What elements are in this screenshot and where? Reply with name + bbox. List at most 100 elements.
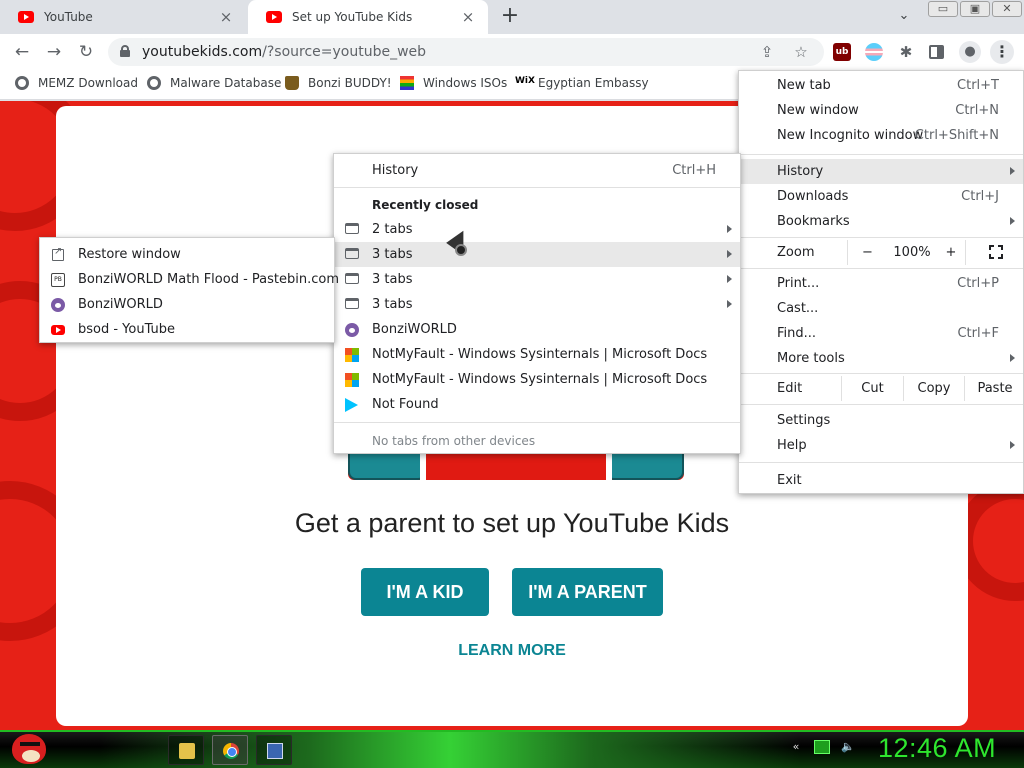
menu-item-new-window[interactable]: New window Ctrl+N bbox=[739, 98, 1023, 123]
new-tab-button[interactable]: + bbox=[497, 4, 523, 30]
menu-item-help[interactable]: Help bbox=[739, 433, 1023, 458]
back-button[interactable]: ← bbox=[10, 40, 34, 64]
illustration bbox=[348, 450, 684, 480]
bookmark-label: Windows ISOs bbox=[423, 76, 508, 90]
closed-tab-item[interactable]: PB BonziWORLD Math Flood - Pastebin.com bbox=[40, 267, 339, 292]
tray-chevron-icon[interactable]: « bbox=[788, 740, 804, 754]
recently-closed-item[interactable]: Not Found bbox=[334, 392, 740, 417]
menu-item-history[interactable]: History bbox=[739, 159, 1023, 184]
submenu-arrow-icon bbox=[727, 225, 732, 233]
folder-icon bbox=[179, 743, 195, 759]
bookmark-label: MEMZ Download bbox=[38, 76, 138, 90]
submenu-arrow-icon bbox=[1010, 354, 1015, 362]
forward-button[interactable]: → bbox=[42, 40, 66, 64]
taskbar-clock[interactable]: 12:46 AM bbox=[878, 733, 996, 764]
taskbar-chrome[interactable] bbox=[212, 735, 248, 765]
menu-item-zoom: Zoom − 100% + bbox=[739, 240, 1023, 265]
tab-title: YouTube bbox=[44, 10, 93, 24]
youtube-icon bbox=[266, 11, 282, 23]
minimize-button[interactable]: ▭ bbox=[928, 1, 958, 17]
bookmark-bonzi-buddy[interactable]: Bonzi BUDDY! bbox=[285, 76, 392, 90]
learn-more-link[interactable]: LEARN MORE bbox=[56, 642, 968, 660]
recently-closed-item[interactable]: NotMyFault - Windows Sysinternals | Micr… bbox=[334, 342, 740, 367]
tab-icon bbox=[345, 298, 359, 309]
im-a-parent-button[interactable]: I'M A PARENT bbox=[512, 568, 663, 616]
menu-item-print[interactable]: Print... Ctrl+P bbox=[739, 271, 1023, 296]
close-window-button[interactable]: ✕ bbox=[992, 1, 1022, 17]
lock-icon[interactable] bbox=[120, 45, 130, 57]
bookmark-malware-database[interactable]: Malware Database bbox=[147, 76, 281, 90]
recently-closed-item[interactable]: 3 tabs bbox=[334, 292, 740, 317]
reload-button[interactable]: ↻ bbox=[74, 40, 98, 64]
bookmark-egyptian-embassy[interactable]: WiX Egyptian Embassy bbox=[515, 76, 649, 90]
recently-closed-item[interactable]: BonziWORLD bbox=[334, 317, 740, 342]
globe-icon bbox=[15, 76, 29, 90]
menu-separator bbox=[739, 268, 1023, 269]
tab-icon bbox=[345, 248, 359, 259]
start-button[interactable] bbox=[8, 726, 48, 768]
side-panel-icon[interactable] bbox=[929, 45, 944, 59]
history-submenu: History Ctrl+H Recently closed 2 tabs 3 … bbox=[333, 153, 741, 454]
wix-icon: WiX bbox=[515, 76, 535, 86]
chrome-menu-button[interactable]: ⋮ bbox=[990, 40, 1014, 64]
youtube-icon bbox=[18, 11, 34, 23]
menu-item-downloads[interactable]: Downloads Ctrl+J bbox=[739, 184, 1023, 209]
taskbar-glow bbox=[100, 732, 800, 768]
microsoft-icon bbox=[345, 372, 359, 387]
star-icon[interactable]: ☆ bbox=[792, 43, 810, 61]
profile-avatar-icon[interactable]: ● bbox=[959, 41, 981, 63]
taskbar-explorer[interactable] bbox=[168, 735, 204, 765]
submenu-arrow-icon bbox=[727, 300, 732, 308]
recently-closed-item[interactable]: NotMyFault - Windows Sysinternals | Micr… bbox=[334, 367, 740, 392]
menu-separator bbox=[739, 404, 1023, 405]
zoom-out-button[interactable]: − bbox=[847, 240, 887, 265]
menu-item-cast[interactable]: Cast... bbox=[739, 296, 1023, 321]
recently-closed-item[interactable]: 3 tabs bbox=[334, 267, 740, 292]
toolbar: ← → ↻ youtubekids.com/?source=youtube_we… bbox=[0, 34, 1024, 70]
tab-search-icon[interactable]: ⌄ bbox=[894, 8, 914, 23]
paste-button[interactable]: Paste bbox=[964, 376, 1024, 401]
play-store-icon bbox=[345, 397, 358, 412]
tab-youtube[interactable]: YouTube × bbox=[0, 0, 246, 34]
closed-tab-item[interactable]: BonziWORLD bbox=[40, 292, 334, 317]
recently-closed-item[interactable]: 3 tabs bbox=[334, 242, 740, 267]
menu-item-find[interactable]: Find... Ctrl+F bbox=[739, 321, 1023, 346]
zoom-in-button[interactable]: + bbox=[937, 240, 965, 265]
tab-title: Set up YouTube Kids bbox=[292, 10, 413, 24]
maximize-button[interactable]: ▣ bbox=[960, 1, 990, 17]
history-item-full-history[interactable]: History Ctrl+H bbox=[334, 158, 740, 183]
tab-close-icon[interactable]: × bbox=[218, 8, 234, 26]
url-text[interactable]: youtubekids.com/?source=youtube_web bbox=[142, 44, 426, 60]
fullscreen-button[interactable] bbox=[965, 240, 1024, 265]
menu-separator bbox=[334, 422, 740, 423]
cut-button[interactable]: Cut bbox=[841, 376, 903, 401]
bookmark-label: Bonzi BUDDY! bbox=[308, 76, 392, 90]
pastebin-icon: PB bbox=[51, 272, 65, 287]
volume-icon[interactable]: 🔈 bbox=[840, 740, 856, 754]
address-bar[interactable]: youtubekids.com/?source=youtube_web ⇪ ☆ bbox=[108, 38, 824, 66]
fullscreen-icon bbox=[989, 245, 1003, 259]
tab-close-icon[interactable]: × bbox=[460, 8, 476, 26]
extension-flag-icon[interactable] bbox=[865, 43, 883, 61]
menu-item-new-tab[interactable]: New tab Ctrl+T bbox=[739, 73, 1023, 98]
restore-window-item[interactable]: Restore window bbox=[40, 242, 334, 267]
bookmark-memz[interactable]: MEMZ Download bbox=[15, 76, 138, 90]
menu-item-exit[interactable]: Exit bbox=[739, 468, 1023, 493]
extensions-puzzle-icon[interactable]: ✱ bbox=[897, 43, 915, 61]
menu-item-more-tools[interactable]: More tools bbox=[739, 346, 1023, 371]
menu-item-settings[interactable]: Settings bbox=[739, 408, 1023, 433]
menu-item-new-incognito[interactable]: New Incognito window Ctrl+Shift+N bbox=[739, 123, 1023, 148]
closed-tab-item[interactable]: bsod - YouTube bbox=[40, 317, 334, 342]
bookmark-windows-isos[interactable]: Windows ISOs bbox=[400, 76, 507, 90]
copy-button[interactable]: Copy bbox=[903, 376, 964, 401]
share-icon[interactable]: ⇪ bbox=[758, 43, 776, 61]
window-controls: ▭ ▣ ✕ bbox=[928, 1, 1022, 17]
closed-tabs-submenu: Restore window PB BonziWORLD Math Flood … bbox=[39, 237, 339, 343]
tab-youtube-kids[interactable]: Set up YouTube Kids × bbox=[248, 0, 488, 34]
network-icon[interactable] bbox=[814, 740, 830, 754]
im-a-kid-button[interactable]: I'M A KID bbox=[361, 568, 489, 616]
taskbar-task-manager[interactable] bbox=[256, 735, 292, 765]
recently-closed-item[interactable]: 2 tabs bbox=[334, 217, 740, 242]
menu-item-bookmarks[interactable]: Bookmarks bbox=[739, 209, 1023, 234]
ublock-icon[interactable]: ub bbox=[833, 43, 851, 61]
